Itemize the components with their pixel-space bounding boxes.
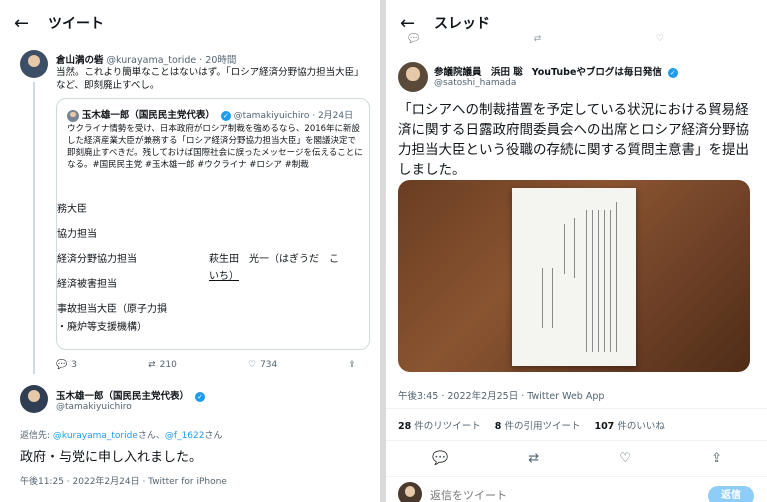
minister-table-col1: 務大臣 協力担当 経済分野協力担当 経済被害担当 事故担当大臣（原子力損 ・廃炉… — [57, 197, 205, 337]
verified-icon: ✓ — [220, 110, 231, 121]
document-paper — [512, 188, 636, 366]
quote-tweets-stat[interactable]: 8 件の引用ツイート — [495, 418, 581, 432]
author-name[interactable]: 参議院議員 浜田 聡 — [434, 67, 523, 78]
reply-text: 政府・与党に申し入れました。 — [20, 450, 203, 465]
table-cell: ・廃炉等支援機構） — [57, 322, 147, 333]
reply-author: 玉木雄一郎（国民民主党代表） ✓ — [56, 388, 206, 402]
heart-icon: ♡ — [655, 34, 664, 44]
tweet-photo[interactable] — [398, 180, 750, 372]
like-button[interactable]: ♡ 734 — [248, 360, 277, 370]
retweet-icon: ⇄ — [533, 34, 542, 44]
like-button[interactable]: ♡ — [656, 34, 668, 44]
stat-label: 件のいいね — [617, 421, 665, 432]
author-name[interactable]: 倉山満の砦 — [56, 55, 104, 66]
reply-to-separator: さん、 — [137, 431, 165, 441]
tweet-actions: 💬 ⇄ ♡ ⇪ — [432, 451, 722, 466]
author-name-suffix[interactable]: YouTubeやブログは毎日発信 — [532, 67, 662, 78]
tweet-header: 参議院議員 浜田 聡 YouTubeやブログは毎日発信 ✓ — [434, 64, 678, 78]
quote-author-name: 玉木雄一郎（国民民主党代表） — [81, 110, 215, 121]
reply-to-link[interactable]: @f_1622 — [165, 431, 205, 441]
page-title: ツイート — [48, 16, 104, 32]
share-icon: ⇪ — [348, 360, 356, 370]
heart-icon: ♡ — [248, 360, 257, 370]
avatar[interactable] — [20, 385, 48, 413]
reply-to-line: 返信先: @kurayama_torideさん、@f_1622さん — [20, 428, 223, 441]
reply-icon[interactable]: 💬 — [432, 451, 448, 466]
reply-button[interactable]: 💬 3 — [56, 360, 77, 370]
author-name[interactable]: 玉木雄一郎（国民民主党代表） — [56, 391, 189, 402]
table-cell: 務大臣 — [57, 204, 87, 215]
tweet-header: 倉山満の砦 @kurayama_toride · 20時間 — [56, 52, 236, 66]
avatar — [398, 482, 422, 502]
right-thread-panel: ← スレッド 💬 ⇄ ♡ 参議院議員 浜田 聡 YouTubeやブログは毎日発信… — [386, 0, 767, 502]
stat-count: 8 — [494, 421, 502, 432]
author-handle[interactable]: @satoshi_hamada — [434, 78, 516, 88]
quoted-tweet[interactable]: 玉木雄一郎（国民民主党代表） ✓ @tamakiyuichiro · 2月24日… — [56, 98, 370, 350]
quote-header: 玉木雄一郎（国民民主党代表） ✓ @tamakiyuichiro · 2月24日 — [67, 107, 353, 122]
retweets-stat[interactable]: 28 件のリツイート — [398, 418, 481, 432]
retweet-button[interactable]: ⇄ — [534, 34, 546, 44]
tweet-meta: 午後11:25 · 2022年2月24日 · Twitter for iPhon… — [20, 477, 227, 487]
retweet-icon[interactable]: ⇄ — [528, 451, 539, 466]
quote-author-handle: @tamakiyuichiro · 2月24日 — [233, 111, 354, 121]
divider — [386, 408, 767, 409]
likes-stat[interactable]: 107 件のいいね — [594, 418, 664, 432]
heart-icon[interactable]: ♡ — [619, 451, 631, 466]
like-count: 734 — [260, 360, 278, 370]
minister-table-col2: 萩生田 光一（はぎうだ こ いち） — [209, 251, 369, 285]
page-title: スレッド — [434, 16, 490, 32]
reply-to-prefix: 返信先: — [20, 431, 51, 441]
stat-count: 28 — [398, 421, 412, 432]
share-icon[interactable]: ⇪ — [711, 451, 722, 466]
avatar[interactable] — [398, 62, 428, 92]
thread-line — [33, 82, 35, 374]
table-cell: いち） — [209, 271, 239, 282]
tweet-actions: 💬 3 ⇄ 210 ♡ 734 ⇪ — [56, 360, 356, 370]
table-cell: 事故担当大臣（原子力損 — [57, 304, 167, 315]
author-handle[interactable]: @tamakiyuichiro — [56, 402, 132, 412]
reply-icon: 💬 — [56, 360, 68, 370]
stat-label: 件の引用ツイート — [504, 421, 581, 432]
reply-to-suffix: さん — [204, 431, 223, 441]
divider — [386, 440, 767, 441]
retweet-count: 210 — [159, 360, 177, 370]
back-arrow-icon[interactable]: ← — [400, 13, 434, 34]
reply-button[interactable]: 返信 — [708, 486, 754, 502]
retweet-button[interactable]: ⇄ 210 — [148, 360, 177, 370]
tweet-text: 当然。これより簡単なことはないはず。「ロシア経済分野協力担当大臣」など、即刻廃止… — [56, 67, 364, 91]
author-handle[interactable]: @kurayama_toride · 20時間 — [107, 55, 237, 66]
table-cell: 協力担当 — [57, 229, 97, 240]
reply-button[interactable]: 💬 — [408, 34, 423, 44]
table-cell: 経済被害担当 — [57, 279, 117, 290]
retweet-icon: ⇄ — [148, 360, 156, 370]
reply-icon: 💬 — [408, 34, 420, 44]
verified-icon: ✓ — [667, 67, 678, 78]
tweet-stats: 28 件のリツイート 8 件の引用ツイート 107 件のいいね — [398, 418, 665, 432]
previous-tweet-actions: 💬 ⇄ ♡ — [408, 34, 668, 44]
stat-count: 107 — [594, 421, 615, 432]
avatar[interactable] — [20, 50, 48, 78]
table-cell: 萩生田 光一（はぎうだ こ — [209, 254, 339, 265]
back-arrow-icon[interactable]: ← — [14, 13, 48, 34]
avatar — [67, 109, 79, 122]
reply-to-link[interactable]: @kurayama_toride — [53, 431, 138, 441]
verified-icon: ✓ — [195, 391, 206, 402]
tweet-text: 「ロシアへの制裁措置を予定している状況における貿易経済に関する日露政府間委員会へ… — [398, 102, 749, 178]
reply-count: 3 — [71, 360, 77, 370]
table-cell: 経済分野協力担当 — [57, 254, 137, 265]
left-header: ← ツイート — [0, 0, 380, 46]
reply-input[interactable] — [430, 486, 660, 502]
quote-text: ウクライナ情勢を受け、日本政府がロシア制裁を強めるなら、2016年に新設した経済… — [67, 124, 363, 170]
divider — [386, 476, 767, 477]
left-tweet-panel: ← ツイート 倉山満の砦 @kurayama_toride · 20時間 当然。… — [0, 0, 380, 502]
tweet-meta: 午後3:45 · 2022年2月25日 · Twitter Web App — [398, 391, 605, 402]
share-button[interactable]: ⇪ — [348, 360, 356, 370]
stat-label: 件のリツイート — [414, 421, 481, 432]
